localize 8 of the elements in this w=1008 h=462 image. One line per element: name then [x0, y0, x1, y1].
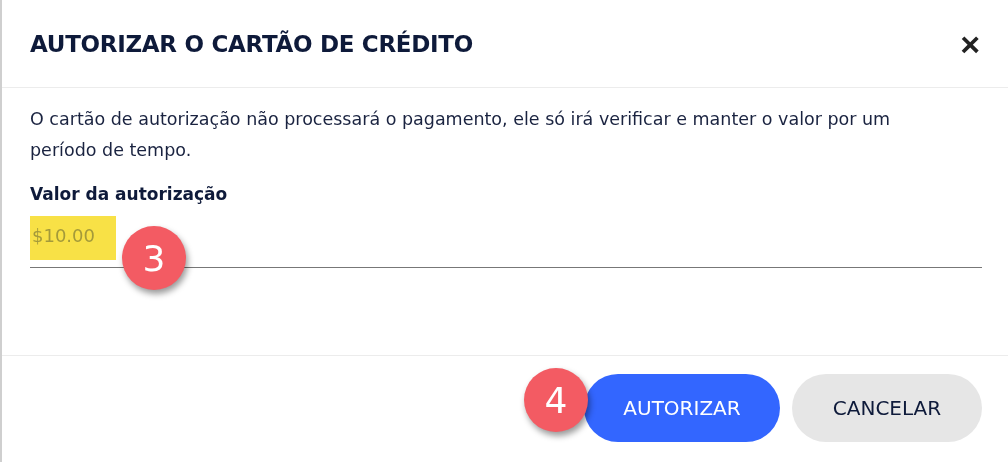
- cancel-button[interactable]: CANCELAR: [792, 374, 982, 442]
- step-badge: 4: [524, 368, 588, 432]
- dialog-title: AUTORIZAR O CARTÃO DE CRÉDITO: [30, 30, 473, 57]
- authorize-button[interactable]: AUTORIZAR: [584, 374, 780, 442]
- field-label: Valor da autorização: [30, 184, 229, 204]
- step-badge: 3: [122, 226, 186, 290]
- description-text: O cartão de autorização não processará o pagamento, ele só irá verificar e manter o valor por um período de tempo.: [30, 108, 892, 162]
- close-button[interactable]: ×: [956, 26, 984, 61]
